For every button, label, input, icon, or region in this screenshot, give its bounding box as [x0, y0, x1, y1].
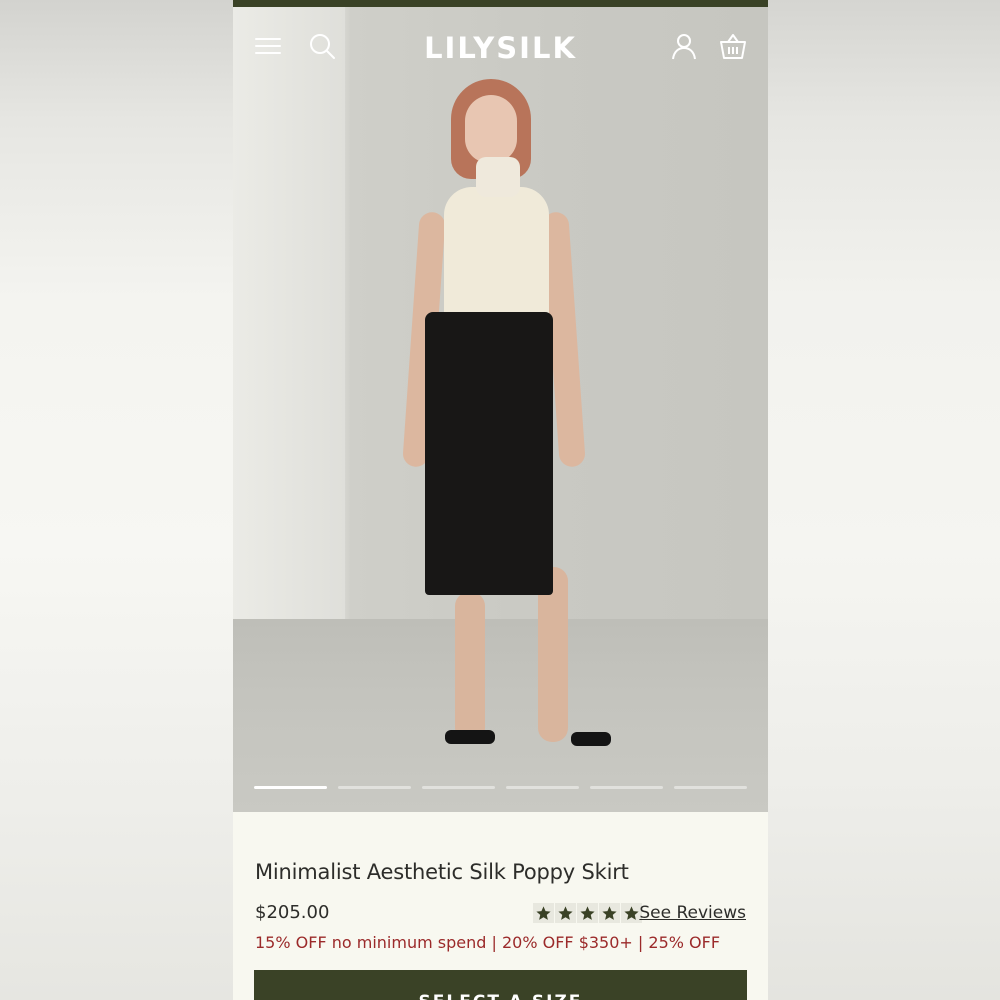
star-icon [533, 903, 554, 923]
carousel-dot[interactable] [254, 786, 327, 789]
star-rating[interactable] [533, 903, 642, 923]
site-header: LILYSILK [233, 7, 768, 85]
carousel-dot[interactable] [506, 786, 579, 789]
promo-text: 15% OFF no minimum spend | 20% OFF $350+… [255, 933, 721, 952]
product-price: $205.00 [255, 902, 330, 923]
account-icon[interactable] [669, 31, 699, 61]
see-reviews-link[interactable]: See Reviews [639, 903, 746, 923]
product-image[interactable] [233, 7, 768, 812]
star-icon [555, 903, 576, 923]
background-blur-right [768, 0, 1000, 1000]
mobile-page: LILYSILK Minimalist Aesthetic Silk Poppy… [233, 0, 768, 1000]
carousel-dot[interactable] [338, 786, 411, 789]
star-icon [599, 903, 620, 923]
product-title: Minimalist Aesthetic Silk Poppy Skirt [255, 860, 629, 884]
select-size-button[interactable]: SELECT A SIZE [254, 970, 747, 1000]
carousel-dot[interactable] [590, 786, 663, 789]
carousel-dot[interactable] [674, 786, 747, 789]
background-blur-left [0, 0, 233, 1000]
cart-icon[interactable] [718, 31, 748, 61]
product-info: Minimalist Aesthetic Silk Poppy Skirt $2… [233, 812, 768, 1000]
carousel-indicators [254, 786, 747, 790]
carousel-dot[interactable] [422, 786, 495, 789]
top-accent-bar [233, 0, 768, 7]
star-icon [577, 903, 598, 923]
